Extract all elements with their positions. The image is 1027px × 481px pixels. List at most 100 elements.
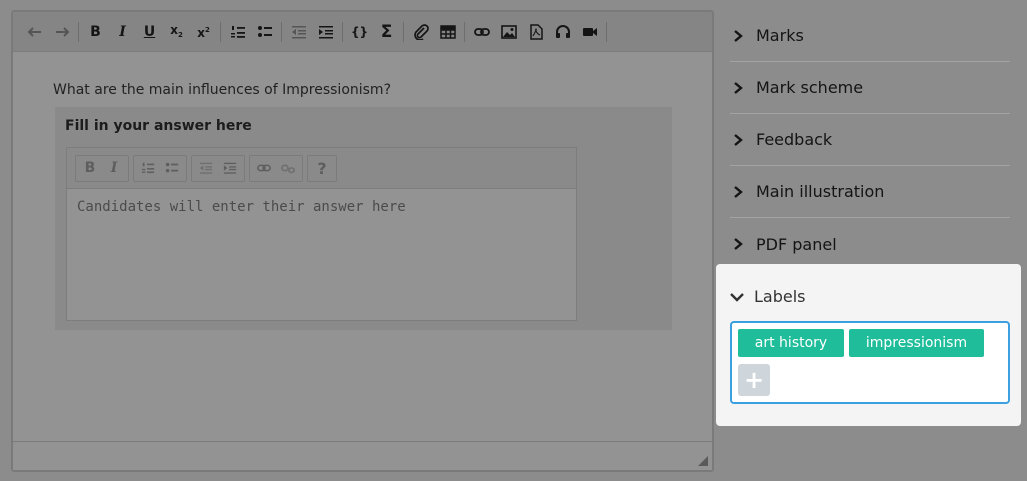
answer-help-button[interactable]: ? — [310, 156, 334, 180]
editor-toolbar: B I U x2 x2 {} Σ — [13, 12, 712, 52]
redo-icon — [55, 26, 69, 37]
unlink-icon — [281, 164, 295, 174]
chevron-right-icon — [734, 133, 743, 146]
paperclip-icon — [413, 23, 429, 40]
resize-handle-icon[interactable] — [698, 456, 708, 466]
chevron-right-icon — [734, 29, 743, 42]
answer-region: Fill in your answer here B I ? Candidate… — [55, 107, 672, 330]
toolbar-divider — [342, 21, 343, 42]
bold-button[interactable]: B — [82, 18, 109, 45]
format-group: B I — [75, 154, 129, 182]
audio-button[interactable] — [549, 18, 576, 45]
bullet-list-icon — [257, 25, 272, 37]
labels-section: Labels art history impressionism + — [716, 264, 1021, 426]
toolbar-divider — [464, 21, 465, 42]
answer-unlink-button[interactable] — [276, 156, 300, 180]
table-icon — [439, 24, 456, 39]
answer-title: Fill in your answer here — [65, 118, 252, 134]
answer-indent-button[interactable] — [218, 156, 242, 180]
code-label: {} — [350, 24, 369, 39]
panel-item-feedback[interactable]: Feedback — [730, 114, 1010, 166]
answer-link-button[interactable] — [252, 156, 276, 180]
panel-item-label: Mark scheme — [756, 78, 864, 97]
image-button[interactable] — [495, 18, 522, 45]
link-icon — [473, 27, 490, 36]
help-group: ? — [307, 154, 337, 182]
answer-editor-toolbar: B I ? — [67, 148, 576, 189]
equation-button[interactable]: Σ — [373, 18, 400, 45]
label-tag[interactable]: art history — [738, 329, 844, 357]
bold-label: B — [90, 23, 101, 40]
toolbar-divider — [281, 21, 282, 42]
outdent-button[interactable] — [285, 18, 312, 45]
headphones-icon — [555, 24, 570, 38]
answer-italic-button[interactable]: I — [102, 156, 126, 180]
underline-button[interactable]: U — [136, 18, 163, 45]
undo-button[interactable] — [21, 18, 48, 45]
toolbar-divider — [220, 21, 221, 42]
labels-input[interactable]: art history impressionism + — [730, 321, 1010, 404]
panel-item-label: Main illustration — [756, 182, 885, 201]
indent-button[interactable] — [312, 18, 339, 45]
equation-label: Σ — [380, 21, 393, 42]
italic-label: I — [119, 23, 126, 40]
panel-item-marks[interactable]: Marks — [730, 10, 1010, 62]
code-button[interactable]: {} — [346, 18, 373, 45]
panel-item-mark-scheme[interactable]: Mark scheme — [730, 62, 1010, 114]
panel-item-main-illustration[interactable]: Main illustration — [730, 166, 1010, 218]
answer-outdent-button[interactable] — [194, 156, 218, 180]
table-button[interactable] — [434, 18, 461, 45]
editor-content[interactable]: What are the main influences of Impressi… — [13, 53, 712, 441]
image-icon — [500, 24, 517, 39]
indent-group — [191, 154, 245, 182]
numbered-list-button[interactable] — [224, 18, 251, 45]
toolbar-divider — [403, 21, 404, 42]
list-group — [133, 154, 187, 182]
panel-item-label: PDF panel — [756, 234, 837, 254]
pdf-file-icon — [529, 23, 543, 40]
undo-icon — [27, 26, 41, 37]
answer-editor: B I ? Candidates will enter their answer… — [66, 147, 577, 321]
chevron-right-icon — [734, 81, 743, 94]
answer-bullet-list-button[interactable] — [160, 156, 184, 180]
answer-numbered-list-button[interactable] — [136, 156, 160, 180]
label-tag[interactable]: impressionism — [849, 329, 984, 357]
help-label: ? — [317, 158, 327, 178]
question-text: What are the main influences of Impressi… — [53, 82, 392, 98]
redo-button[interactable] — [48, 18, 75, 45]
outdent-icon — [199, 162, 213, 174]
superscript-button[interactable]: x2 — [190, 18, 217, 45]
attachment-button[interactable] — [407, 18, 434, 45]
video-camera-icon — [582, 27, 597, 36]
toolbar-divider — [78, 21, 79, 42]
link-button[interactable] — [468, 18, 495, 45]
labels-title: Labels — [754, 287, 806, 306]
indent-icon — [223, 162, 237, 174]
subscript-button[interactable]: x2 — [163, 18, 190, 45]
editor-statusbar — [13, 441, 712, 470]
bullet-list-button[interactable] — [251, 18, 278, 45]
italic-button[interactable]: I — [109, 18, 136, 45]
chevron-right-icon — [734, 185, 743, 198]
pdf-button[interactable] — [522, 18, 549, 45]
panel-item-label: Feedback — [756, 130, 833, 149]
link-icon — [257, 164, 271, 172]
link-group — [249, 154, 303, 182]
answer-bold-label: B — [84, 160, 96, 176]
plus-icon: + — [743, 366, 765, 394]
chevron-right-icon — [734, 238, 743, 250]
labels-toggle[interactable]: Labels — [730, 287, 806, 306]
panel-item-pdf-panel[interactable]: PDF panel — [730, 218, 1010, 270]
answer-bold-button[interactable]: B — [78, 156, 102, 180]
outdent-icon — [291, 25, 306, 38]
answer-italic-label: I — [110, 160, 118, 176]
indent-icon — [318, 25, 333, 38]
add-label-button[interactable]: + — [738, 364, 770, 396]
chevron-down-icon — [730, 292, 744, 302]
superscript-label: x2 — [197, 25, 210, 40]
video-button[interactable] — [576, 18, 603, 45]
toolbar-divider — [606, 21, 607, 42]
panel-item-label: Marks — [756, 26, 804, 45]
underline-label: U — [143, 23, 156, 40]
question-editor: B I U x2 x2 {} Σ What are the main influ… — [11, 10, 714, 472]
